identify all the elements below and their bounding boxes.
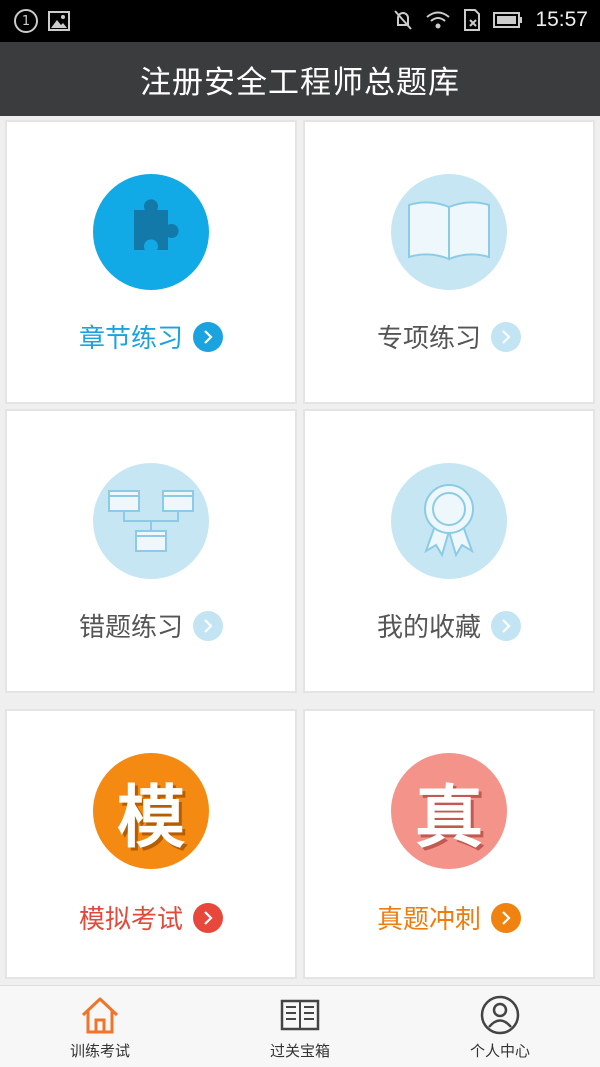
page-title: 注册安全工程师总题库 <box>140 64 460 101</box>
mute-icon <box>394 10 413 30</box>
notification-count-icon: 1 <box>14 9 38 33</box>
wifi-icon <box>426 11 451 29</box>
status-bar: 1 15:57 <box>0 0 600 42</box>
battery-icon <box>493 12 523 28</box>
card-label: 错题练习 <box>78 613 183 643</box>
chevron-right-icon <box>491 902 521 933</box>
no-sim-icon <box>464 9 481 31</box>
user-icon <box>480 995 520 1035</box>
app-header: 注册安全工程师总题库 <box>0 42 600 116</box>
puzzle-icon <box>93 174 209 290</box>
card-label: 专项练习 <box>376 324 481 354</box>
card-label: 真题冲刺 <box>376 905 481 935</box>
nav-item-treasure-box[interactable]: 过关宝箱 <box>200 986 400 1067</box>
card-label: 我的收藏 <box>376 613 481 643</box>
chevron-right-icon <box>491 610 521 641</box>
card-topic-practice[interactable]: 专项练习 <box>303 120 595 404</box>
chevron-right-icon <box>193 610 223 641</box>
card-label: 章节练习 <box>78 324 183 354</box>
mo-character-icon: 模 <box>93 753 209 869</box>
nav-label: 个人中心 <box>469 1042 530 1060</box>
status-time: 15:57 <box>535 8 588 31</box>
icon-glyph: 真 <box>414 778 483 858</box>
newspaper-icon <box>280 999 320 1031</box>
card-real-exam-sprint[interactable]: 真 真题冲刺 <box>303 709 595 979</box>
card-chapter-practice[interactable]: 章节练习 <box>5 120 297 404</box>
nav-item-personal-center[interactable]: 个人中心 <box>400 986 600 1067</box>
chevron-right-icon <box>491 321 521 352</box>
card-wrong-questions[interactable]: 错题练习 <box>5 409 297 693</box>
book-icon <box>391 174 507 290</box>
icon-glyph: 模 <box>116 778 185 858</box>
notification-count: 1 <box>21 13 31 29</box>
nav-label: 过关宝箱 <box>269 1042 330 1060</box>
chevron-right-icon <box>193 902 223 933</box>
award-ribbon-icon <box>391 463 507 579</box>
zhen-character-icon: 真 <box>391 753 507 869</box>
image-icon <box>48 11 70 31</box>
diagram-icon <box>93 463 209 579</box>
bottom-nav: 训练考试 过关宝箱 个人中心 <box>0 985 600 1067</box>
chevron-right-icon <box>193 321 223 352</box>
card-my-favorites[interactable]: 我的收藏 <box>303 409 595 693</box>
card-label: 模拟考试 <box>78 905 183 935</box>
home-icon <box>81 997 119 1034</box>
card-mock-exam[interactable]: 模 模拟考试 <box>5 709 297 979</box>
nav-label: 训练考试 <box>69 1042 130 1060</box>
nav-item-training-exam[interactable]: 训练考试 <box>0 986 200 1067</box>
